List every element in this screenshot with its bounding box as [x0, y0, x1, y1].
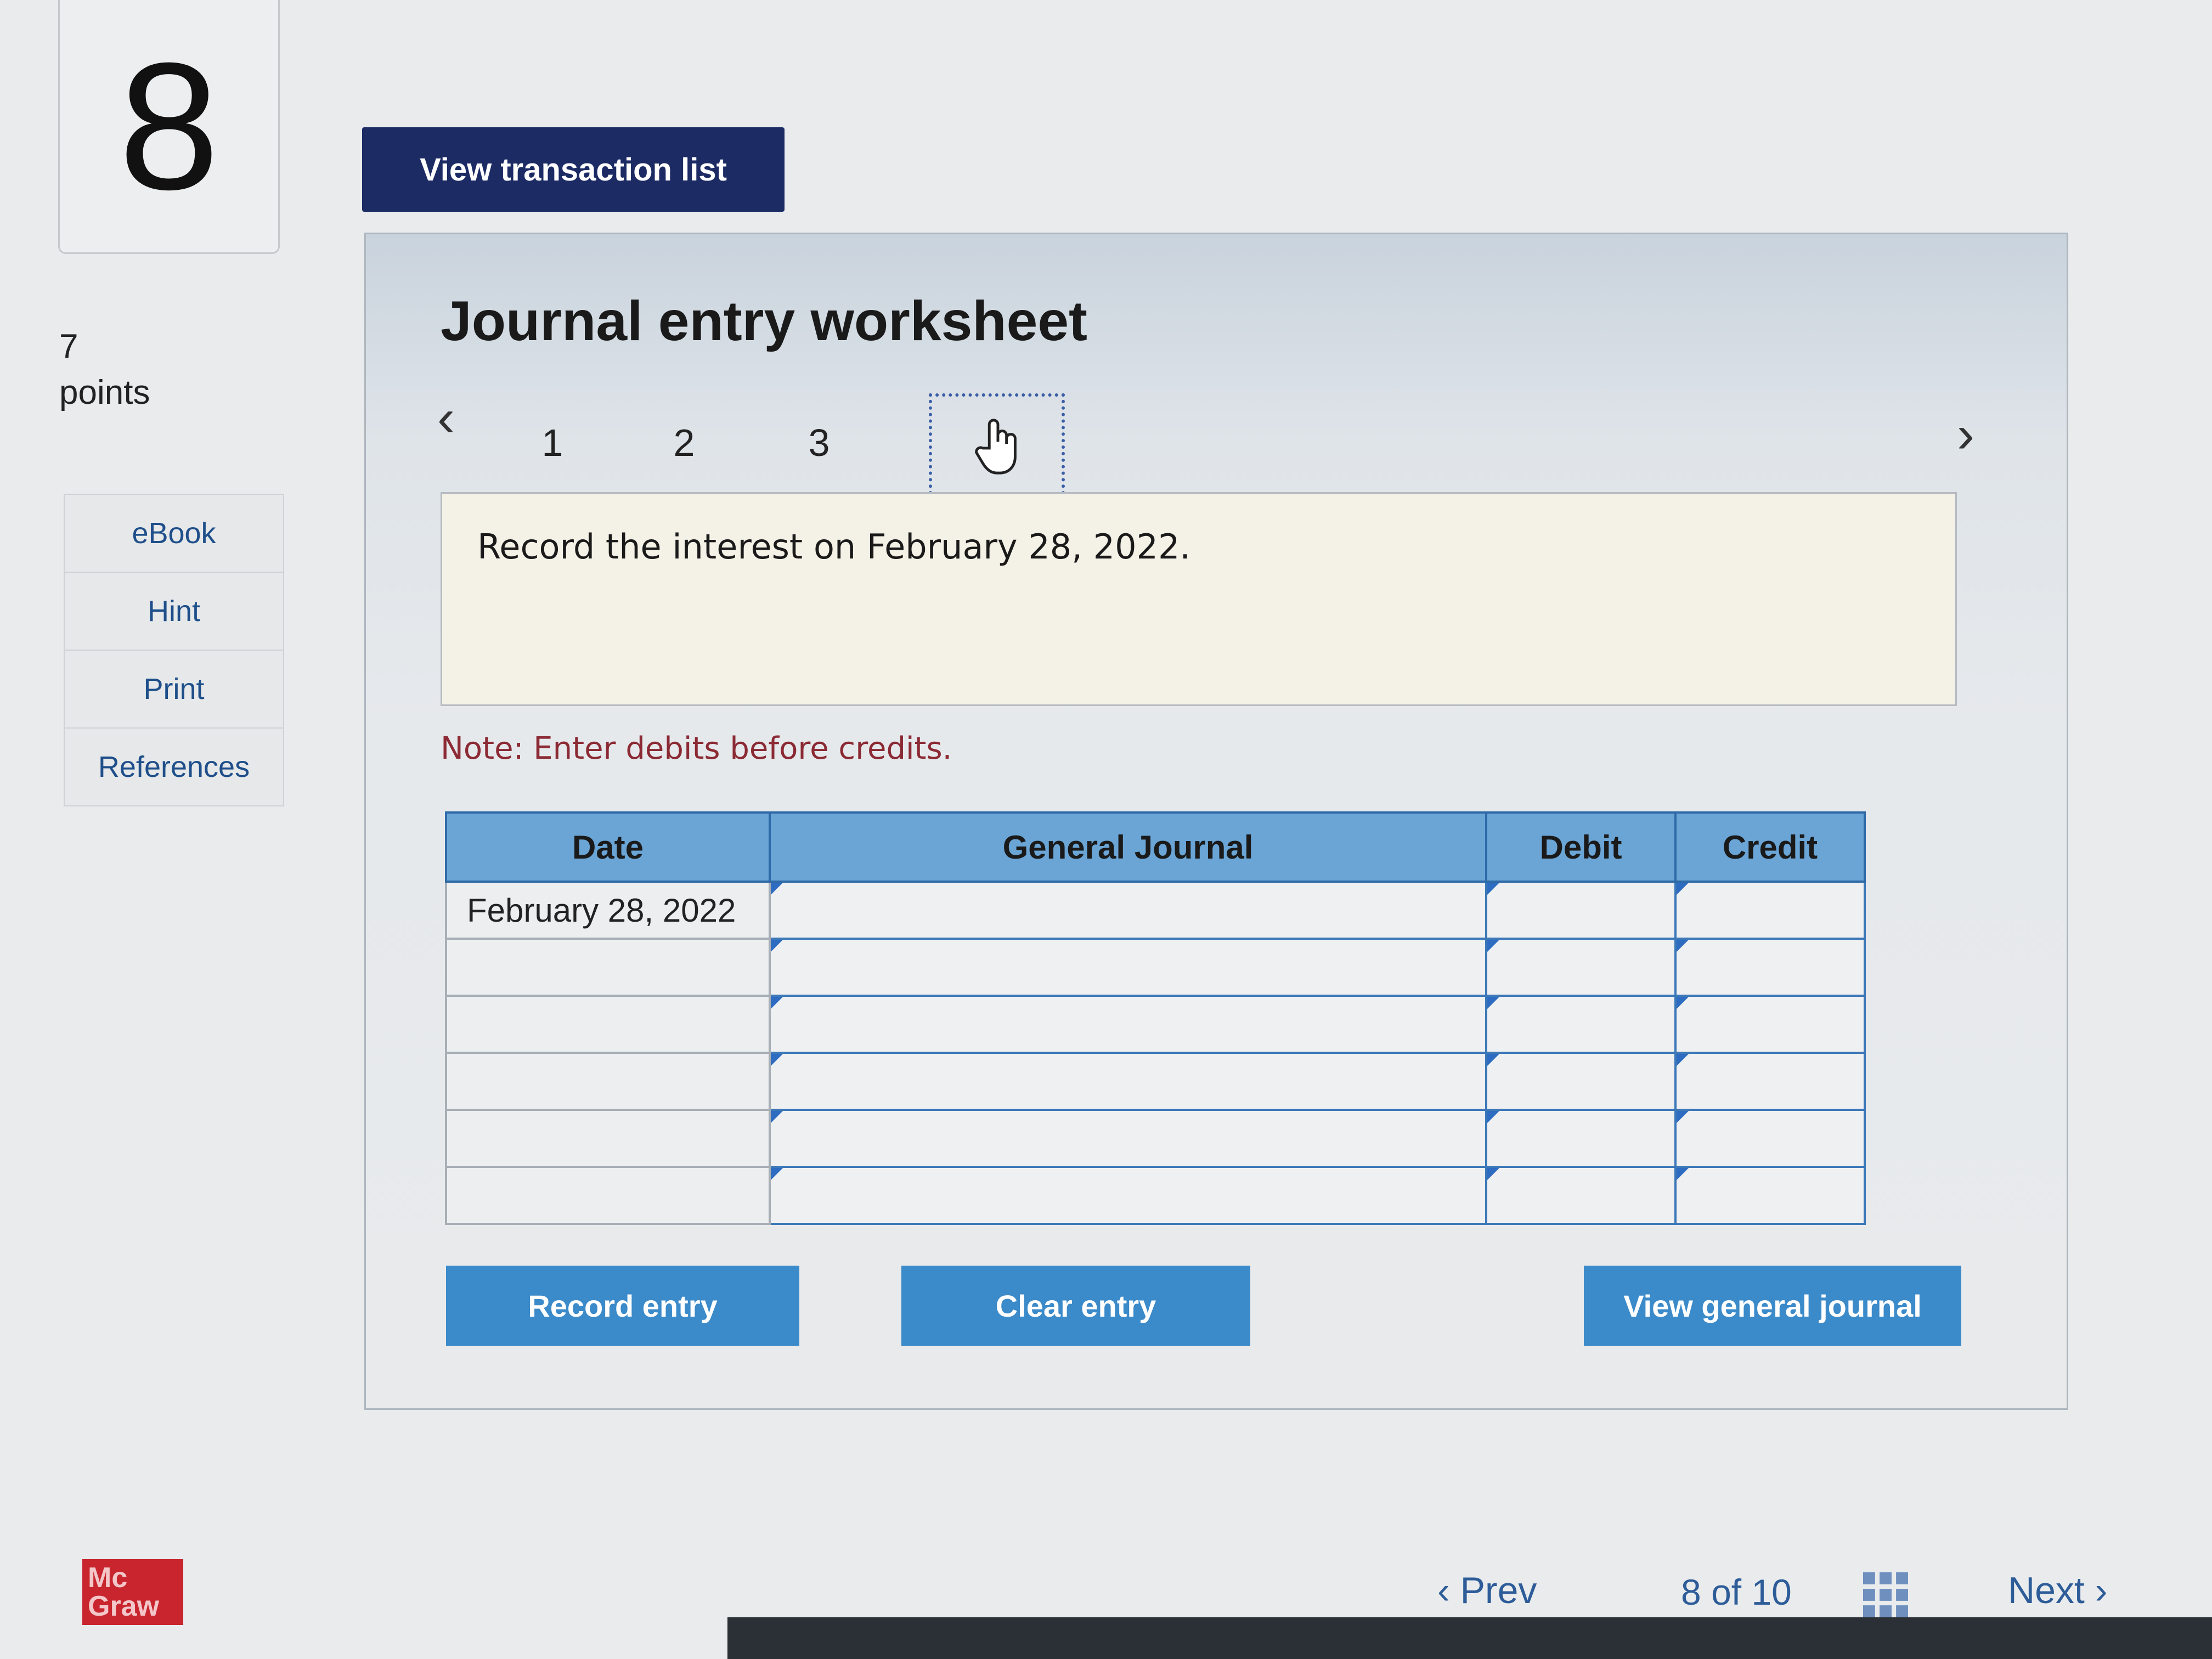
points-label: points — [59, 373, 150, 411]
credit-input[interactable] — [1674, 938, 1866, 997]
date-cell — [445, 938, 771, 997]
hand-cursor-icon — [972, 416, 1022, 485]
prev-question-button[interactable]: ‹ Prev — [1437, 1569, 1537, 1612]
points-value: 7 — [59, 328, 78, 365]
credit-input[interactable] — [1674, 1166, 1866, 1225]
account-select[interactable] — [769, 1166, 1487, 1225]
credit-input[interactable] — [1674, 881, 1866, 940]
date-cell — [445, 1109, 771, 1168]
account-select[interactable] — [769, 938, 1487, 997]
next-label: Next — [2008, 1570, 2085, 1611]
column-header-debit: Debit — [1485, 811, 1677, 883]
tab-1[interactable]: 1 — [509, 399, 596, 487]
credit-input[interactable] — [1674, 995, 1866, 1054]
tab-4[interactable] — [929, 393, 1065, 507]
entry-note: Note: Enter debits before credits. — [441, 731, 952, 766]
mcgraw-hill-logo: Mc Graw — [82, 1559, 183, 1625]
worksheet-title: Journal entry worksheet — [441, 290, 1088, 352]
journal-entry-worksheet: Journal entry worksheet ‹ 1 2 3 › Record… — [364, 233, 2068, 1410]
tab-3[interactable]: 3 — [775, 399, 863, 487]
prev-label: Prev — [1460, 1570, 1537, 1611]
table-row — [445, 1109, 1866, 1168]
view-general-journal-button[interactable]: View general journal — [1584, 1266, 1961, 1346]
logo-line-1: Mc — [88, 1562, 128, 1594]
ebook-link[interactable]: eBook — [65, 495, 283, 573]
prev-tab-chevron-left-icon[interactable]: ‹ — [437, 388, 455, 448]
table-row — [445, 938, 1866, 997]
question-position[interactable]: 8 of 10 — [1681, 1571, 1792, 1613]
question-number: 8 — [58, 0, 280, 254]
record-entry-button[interactable]: Record entry — [446, 1266, 799, 1346]
credit-input[interactable] — [1674, 1052, 1866, 1111]
tab-2[interactable]: 2 — [640, 399, 728, 487]
logo-line-2: Graw — [88, 1590, 160, 1622]
date-cell: February 28, 2022 — [445, 881, 771, 940]
account-select[interactable] — [769, 1109, 1487, 1168]
debit-input[interactable] — [1485, 995, 1677, 1054]
print-link[interactable]: Print — [65, 651, 283, 729]
current-question: 8 — [1681, 1572, 1701, 1612]
credit-input[interactable] — [1674, 1109, 1866, 1168]
debit-input[interactable] — [1485, 881, 1677, 940]
resource-menu: eBook Hint Print References — [64, 494, 284, 806]
chevron-right-icon: › — [2095, 1570, 2108, 1611]
account-select[interactable] — [769, 1052, 1487, 1111]
question-points: 7 points — [59, 324, 150, 415]
debit-input[interactable] — [1485, 938, 1677, 997]
debit-input[interactable] — [1485, 1052, 1677, 1111]
question-prompt: Record the interest on February 28, 2022… — [477, 527, 1191, 567]
journal-header-row: Date General Journal Debit Credit — [445, 811, 1866, 883]
next-tab-chevron-right-icon[interactable]: › — [1957, 404, 1974, 465]
date-cell — [445, 1052, 771, 1111]
view-transaction-list-button[interactable]: View transaction list — [362, 127, 785, 212]
table-row — [445, 1052, 1866, 1111]
account-select[interactable] — [769, 881, 1487, 940]
table-row — [445, 1166, 1866, 1225]
total-questions: of 10 — [1711, 1572, 1792, 1612]
chevron-left-icon: ‹ — [1437, 1570, 1450, 1611]
date-cell — [445, 995, 771, 1054]
clear-entry-button[interactable]: Clear entry — [901, 1266, 1250, 1346]
column-header-general-journal: General Journal — [769, 811, 1487, 883]
column-header-date: Date — [445, 811, 771, 883]
journal-table: Date General Journal Debit Credit Februa… — [445, 811, 1866, 1225]
references-link[interactable]: References — [65, 729, 283, 805]
column-header-credit: Credit — [1674, 811, 1866, 883]
hint-link[interactable]: Hint — [65, 573, 283, 651]
next-question-button[interactable]: Next › — [2008, 1569, 2107, 1612]
debit-input[interactable] — [1485, 1109, 1677, 1168]
table-row: February 28, 2022 — [445, 881, 1866, 940]
table-row — [445, 995, 1866, 1054]
os-taskbar — [727, 1617, 2212, 1659]
question-prompt-box: Record the interest on February 28, 2022… — [441, 492, 1957, 706]
date-cell — [445, 1166, 771, 1225]
question-grid-icon[interactable] — [1863, 1572, 1908, 1617]
debit-input[interactable] — [1485, 1166, 1677, 1225]
account-select[interactable] — [769, 995, 1487, 1054]
